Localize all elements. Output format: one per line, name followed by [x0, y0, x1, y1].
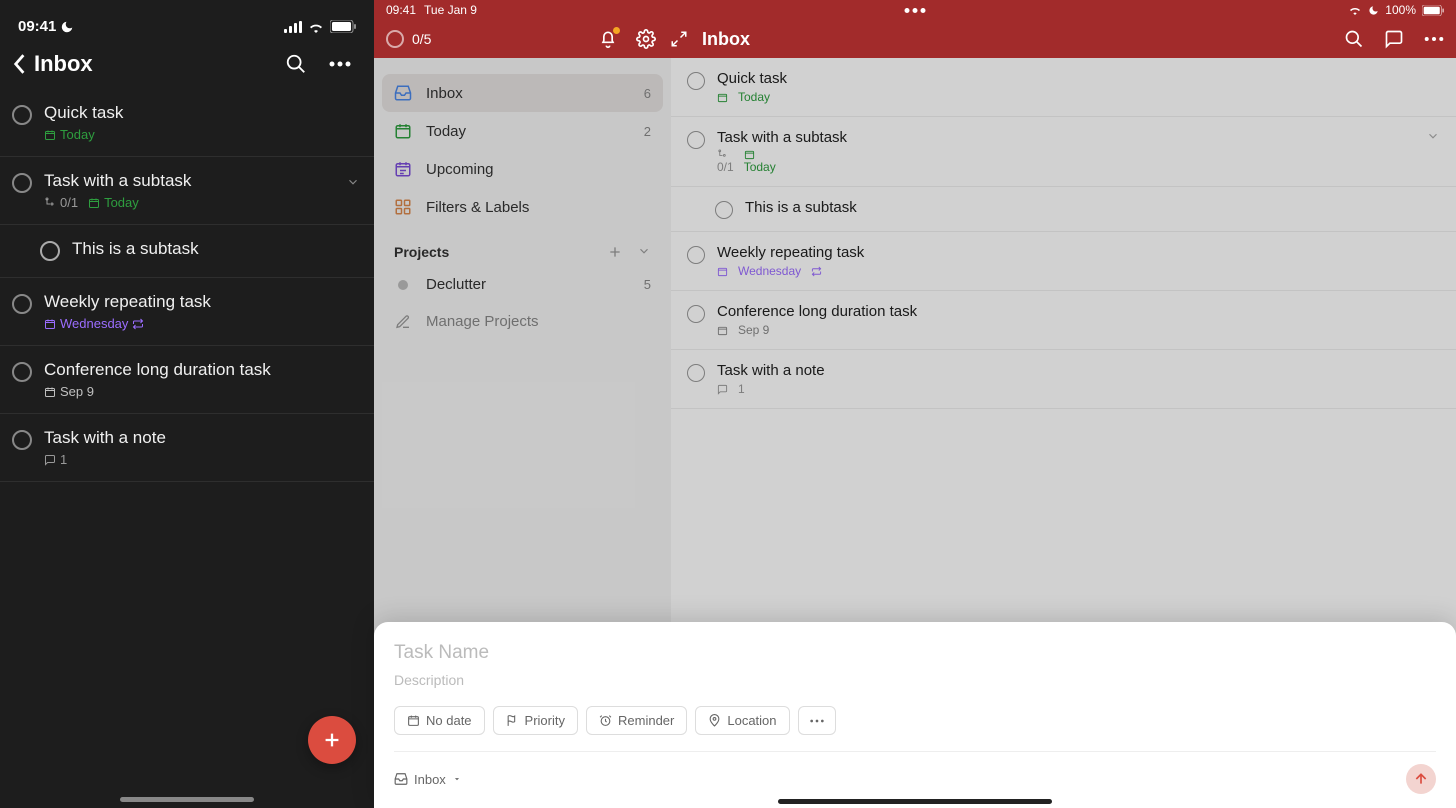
- subtask-count: 0/1: [60, 195, 78, 210]
- phone-status-bar: 09:41: [0, 0, 374, 43]
- battery-icon: [1422, 5, 1444, 16]
- task-date: Today: [104, 195, 139, 210]
- task-row[interactable]: Task with a subtask 0/1 Today: [0, 157, 374, 225]
- home-indicator: [778, 799, 1052, 804]
- task-checkbox[interactable]: [12, 105, 32, 125]
- phone-task-list: Quick task Today Task with a subtask 0/1: [0, 89, 374, 808]
- priority-chip[interactable]: Priority: [493, 706, 578, 735]
- task-checkbox[interactable]: [12, 362, 32, 382]
- calendar-icon: [44, 386, 56, 398]
- tablet-panel: 09:41 Tue Jan 9 100% 0/5: [374, 0, 1456, 808]
- battery-percent: 100%: [1385, 3, 1416, 17]
- calendar-icon: [88, 197, 100, 209]
- multitask-dots[interactable]: [905, 8, 926, 13]
- task-date: Sep 9: [60, 384, 94, 399]
- repeat-icon: [132, 318, 144, 330]
- wifi-icon: [1348, 5, 1362, 15]
- tablet-toolbar: 0/5 Inbox: [374, 20, 1456, 58]
- search-icon[interactable]: [274, 53, 318, 75]
- calendar-icon: [407, 714, 420, 727]
- add-task-fab[interactable]: [308, 716, 356, 764]
- task-row[interactable]: Weekly repeating task Wednesday: [0, 278, 374, 346]
- task-description-input[interactable]: [394, 672, 1436, 688]
- task-checkbox[interactable]: [12, 430, 32, 450]
- more-icon[interactable]: [318, 61, 362, 67]
- search-icon[interactable]: [1344, 29, 1364, 49]
- task-checkbox[interactable]: [40, 241, 60, 261]
- task-row[interactable]: Conference long duration task Sep 9: [0, 346, 374, 414]
- task-title: Weekly repeating task: [44, 292, 360, 312]
- task-title: Task with a subtask: [44, 171, 334, 191]
- cell-signal-icon: [284, 21, 302, 33]
- chip-label: Priority: [525, 713, 565, 728]
- comment-icon: [44, 454, 56, 466]
- calendar-icon: [44, 318, 56, 330]
- more-icon: [809, 719, 825, 723]
- location-chip[interactable]: Location: [695, 706, 789, 735]
- phone-title: Inbox: [34, 51, 274, 77]
- project-selector[interactable]: Inbox: [394, 772, 462, 787]
- tablet-status-time: 09:41: [386, 3, 416, 17]
- progress-indicator[interactable]: 0/5: [386, 30, 431, 48]
- subtask-row[interactable]: This is a subtask: [0, 225, 374, 278]
- reminder-chip[interactable]: Reminder: [586, 706, 687, 735]
- moon-icon: [1368, 5, 1379, 16]
- task-title: This is a subtask: [72, 239, 360, 259]
- task-date: Today: [60, 127, 95, 142]
- task-date: Wednesday: [60, 316, 128, 331]
- project-label: Inbox: [414, 772, 446, 787]
- task-title: Task with a note: [44, 428, 360, 448]
- task-name-input[interactable]: [394, 642, 1436, 664]
- calendar-icon: [44, 129, 56, 141]
- tablet-title: Inbox: [702, 29, 1344, 50]
- chip-label: No date: [426, 713, 472, 728]
- task-row[interactable]: Task with a note 1: [0, 414, 374, 482]
- progress-text: 0/5: [412, 31, 431, 47]
- chevron-down-icon[interactable]: [346, 175, 360, 189]
- task-checkbox[interactable]: [12, 294, 32, 314]
- wifi-icon: [308, 21, 324, 33]
- moon-icon: [60, 20, 74, 34]
- phone-header: Inbox: [0, 43, 374, 89]
- task-title: Quick task: [44, 103, 360, 123]
- notification-icon[interactable]: [598, 29, 618, 49]
- battery-icon: [330, 20, 356, 33]
- inbox-icon: [394, 772, 408, 786]
- subtask-icon: [44, 197, 56, 209]
- dropdown-icon: [452, 774, 462, 784]
- tablet-status-date: Tue Jan 9: [424, 3, 477, 17]
- task-row[interactable]: Quick task Today: [0, 89, 374, 157]
- flag-icon: [506, 714, 519, 727]
- quick-add-sheet: No date Priority Reminder Location: [374, 622, 1456, 808]
- chip-label: Reminder: [618, 713, 674, 728]
- task-title: Conference long duration task: [44, 360, 360, 380]
- progress-circle-icon: [386, 30, 404, 48]
- back-icon[interactable]: [12, 53, 26, 75]
- phone-status-time: 09:41: [18, 18, 56, 35]
- comments-icon[interactable]: [1384, 29, 1404, 49]
- more-options-chip[interactable]: [798, 706, 836, 735]
- comment-count: 1: [60, 452, 67, 467]
- phone-panel: 09:41 Inbox: [0, 0, 374, 808]
- expand-icon[interactable]: [670, 30, 688, 48]
- location-icon: [708, 714, 721, 727]
- chip-label: Location: [727, 713, 776, 728]
- tablet-status-bar: 09:41 Tue Jan 9 100%: [374, 0, 1456, 20]
- more-icon[interactable]: [1424, 36, 1444, 42]
- settings-icon[interactable]: [636, 29, 656, 49]
- alarm-icon: [599, 714, 612, 727]
- date-chip[interactable]: No date: [394, 706, 485, 735]
- task-checkbox[interactable]: [12, 173, 32, 193]
- home-indicator: [120, 797, 254, 802]
- submit-task-button[interactable]: [1406, 764, 1436, 794]
